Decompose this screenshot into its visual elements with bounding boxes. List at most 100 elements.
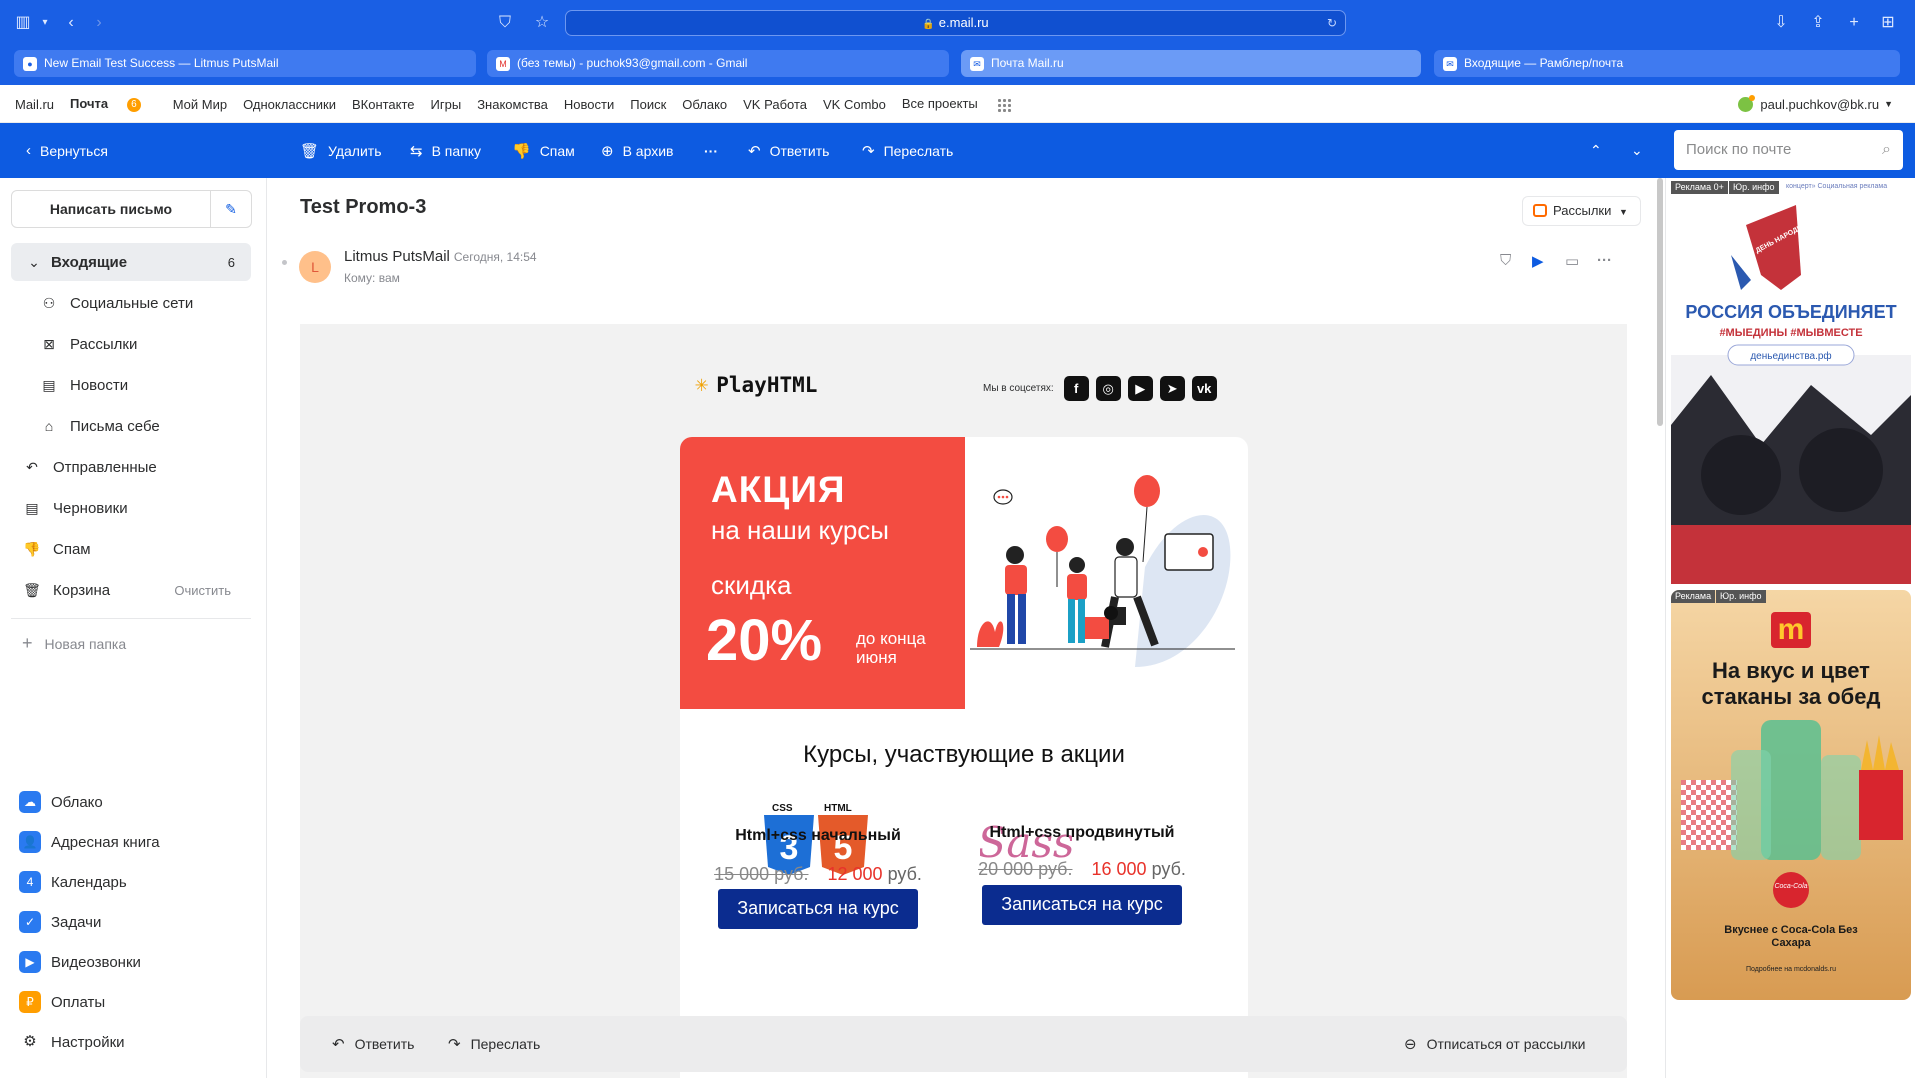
new-tab-icon[interactable]: + (1843, 12, 1865, 34)
calendar-icon[interactable]: ▭ (1565, 252, 1579, 270)
portal-link-games[interactable]: Игры (431, 97, 462, 112)
caret-down-icon: ▼ (1618, 207, 1628, 217)
folder-news[interactable]: ▤ Новости (11, 366, 251, 404)
bookmark-icon[interactable]: ⛉ (1500, 252, 1511, 269)
move-label: В папку (431, 142, 482, 159)
message-date: Сегодня, 14:54 (453, 250, 537, 264)
ad-label: Реклама (1671, 590, 1716, 603)
folder-drafts[interactable]: ▤ Черновики (11, 489, 251, 527)
ad-legal-info[interactable]: Юр. инфо (1716, 590, 1766, 603)
app-cloud[interactable]: ☁ Облако (19, 789, 103, 815)
back-icon[interactable]: ‹ (60, 12, 82, 34)
folder-label: Черновики (53, 499, 128, 517)
next-message-button[interactable]: ⌄ (1631, 123, 1643, 178)
portal-link-news[interactable]: Новости (564, 97, 614, 112)
app-calendar[interactable]: 4 Календарь (19, 869, 127, 895)
vk-icon[interactable]: vk (1191, 376, 1217, 401)
compose-options-button[interactable]: ✎ (210, 190, 252, 228)
enroll-button[interactable]: Записаться на курс (718, 889, 918, 929)
share-icon[interactable]: ⇪ (1807, 12, 1829, 34)
more-icon[interactable]: ··· (1597, 252, 1612, 269)
move-to-folder-button[interactable]: ⇆ В папку (410, 123, 481, 178)
download-icon[interactable]: ⇩ (1770, 12, 1792, 34)
app-settings[interactable]: ⚙ Настройки (19, 1029, 124, 1055)
unsubscribe-button[interactable]: ⊖ Отписаться от рассылки (1404, 1016, 1585, 1072)
trash-clear-link[interactable]: Очистить (174, 583, 231, 598)
category-button[interactable]: Рассылки ▼ (1522, 196, 1641, 226)
app-address-book[interactable]: 👤 Адресная книга (19, 829, 160, 855)
brand-name: PlayHTML (716, 372, 818, 397)
portal-link-dating[interactable]: Знакомства (477, 97, 548, 112)
forward-icon[interactable]: › (88, 12, 110, 34)
youtube-icon[interactable]: ▶ (1127, 376, 1153, 401)
folder-spam[interactable]: 👎 Спам (11, 530, 251, 568)
brand-logo[interactable]: ✳ PlayHTML (695, 372, 817, 397)
browser-tab-mailru[interactable]: ✉ Почта Mail.ru (961, 50, 1421, 77)
spam-button[interactable]: 👎 Спам (512, 123, 575, 178)
drafts-icon: ▤ (25, 499, 39, 516)
back-button[interactable]: ‹ Вернуться (26, 123, 108, 178)
address-bar[interactable]: 🔒 e.mail.ru ↻ (565, 10, 1346, 36)
url-text: e.mail.ru (938, 15, 989, 30)
currency: руб. (887, 864, 922, 884)
portal-link-vk[interactable]: ВКонтакте (352, 97, 415, 112)
search-input[interactable]: Поиск по почте ⌕ (1674, 130, 1903, 170)
folder-social[interactable]: ⚇ Социальные сети (11, 284, 251, 322)
folder-sent[interactable]: ↶ Отправленные (11, 448, 251, 486)
instagram-icon[interactable]: ◎ (1095, 376, 1121, 401)
chevron-down-icon[interactable]: ▾ (34, 12, 56, 34)
sidebar-toggle-icon[interactable]: ▥ (12, 12, 34, 34)
browser-tab-litmus[interactable]: ● New Email Test Success — Litmus PutsMai… (14, 50, 476, 77)
portal-link-mail[interactable]: Почта 6 (70, 96, 157, 112)
reply-button[interactable]: ↶ Ответить (748, 123, 829, 178)
folder-trash[interactable]: 🗑 Корзина Очистить (11, 571, 251, 609)
app-payments[interactable]: ₽ Оплаты (19, 989, 105, 1015)
forward-button[interactable]: ↷ Переслать (862, 123, 953, 178)
reply-label: Ответить (354, 1036, 415, 1052)
folder-newsletters[interactable]: ⊠ Рассылки (11, 325, 251, 363)
more-button[interactable]: ··· (704, 123, 718, 178)
sent-icon: ↶ (26, 458, 38, 475)
portal-link-all-projects[interactable]: Все проекты (902, 96, 1028, 112)
browser-tab-rambler[interactable]: ✉ Входящие — Рамблер/почта (1434, 50, 1900, 77)
app-label: Адресная книга (51, 833, 160, 851)
prev-message-button[interactable]: ⌃ (1590, 123, 1602, 178)
scrollbar-thumb[interactable] (1657, 178, 1663, 426)
browser-tab-gmail[interactable]: M (без темы) - puchok93@gmail.com - Gmail (487, 50, 949, 77)
bottom-reply-button[interactable]: ↶ Ответить (332, 1016, 414, 1072)
telegram-icon[interactable]: ➤ (1159, 376, 1185, 401)
app-tasks[interactable]: ✓ Задачи (19, 909, 101, 935)
portal-link-search[interactable]: Поиск (630, 97, 666, 112)
folder-inbox[interactable]: ⌄ Входящие 6 (11, 243, 251, 281)
reload-icon[interactable]: ↻ (1327, 11, 1337, 35)
app-video-calls[interactable]: ▶ Видеозвонки (19, 949, 141, 975)
ad-unity-day[interactable]: Реклама 0+ Юр. инфо концерт» Социальная … (1671, 181, 1911, 584)
folder-label: Рассылки (70, 335, 138, 353)
portal-link-vk-jobs[interactable]: VK Работа (743, 97, 807, 112)
facebook-icon[interactable]: f (1063, 376, 1089, 401)
ad-legal-info[interactable]: Юр. инфо (1729, 181, 1779, 194)
bookmark-star-icon[interactable]: ☆ (531, 12, 553, 34)
ad-mcdonalds[interactable]: Реклама Юр. инфо m На вкус и цвет стакан… (1671, 590, 1911, 1000)
unread-dot[interactable] (282, 260, 287, 265)
user-menu[interactable]: paul.puchkov@bk.ru ▼ (1738, 85, 1893, 123)
new-folder-button[interactable]: + Новая папка (22, 633, 126, 654)
old-price: 20 000 руб. (978, 859, 1073, 879)
shield-icon[interactable]: ⛉ (494, 12, 516, 34)
enroll-button[interactable]: Записаться на курс (982, 885, 1182, 925)
bottom-forward-button[interactable]: ↷ Переслать (448, 1016, 540, 1072)
tab-overview-icon[interactable]: ⊞ (1877, 12, 1899, 34)
portal-link-vk-combo[interactable]: VK Combo (823, 97, 886, 112)
delete-button[interactable]: 🗑 Удалить (300, 123, 382, 178)
sender[interactable]: Litmus PutsMail Сегодня, 14:54 (344, 248, 537, 265)
folder-self[interactable]: ⌂ Письма себе (11, 407, 251, 445)
compose-button[interactable]: Написать письмо (11, 190, 211, 228)
portal-link-ok[interactable]: Одноклассники (243, 97, 336, 112)
video-call-icon[interactable]: ▶ (1532, 252, 1544, 270)
portal-link-myworld[interactable]: Мой Мир (173, 97, 227, 112)
portal-link-cloud[interactable]: Облако (682, 97, 727, 112)
portal-link-mailru[interactable]: Mail.ru (15, 97, 54, 112)
more-label: ··· (704, 142, 718, 159)
archive-button[interactable]: ⊕ В архив (601, 123, 673, 178)
scrollbar[interactable] (1655, 178, 1665, 1078)
